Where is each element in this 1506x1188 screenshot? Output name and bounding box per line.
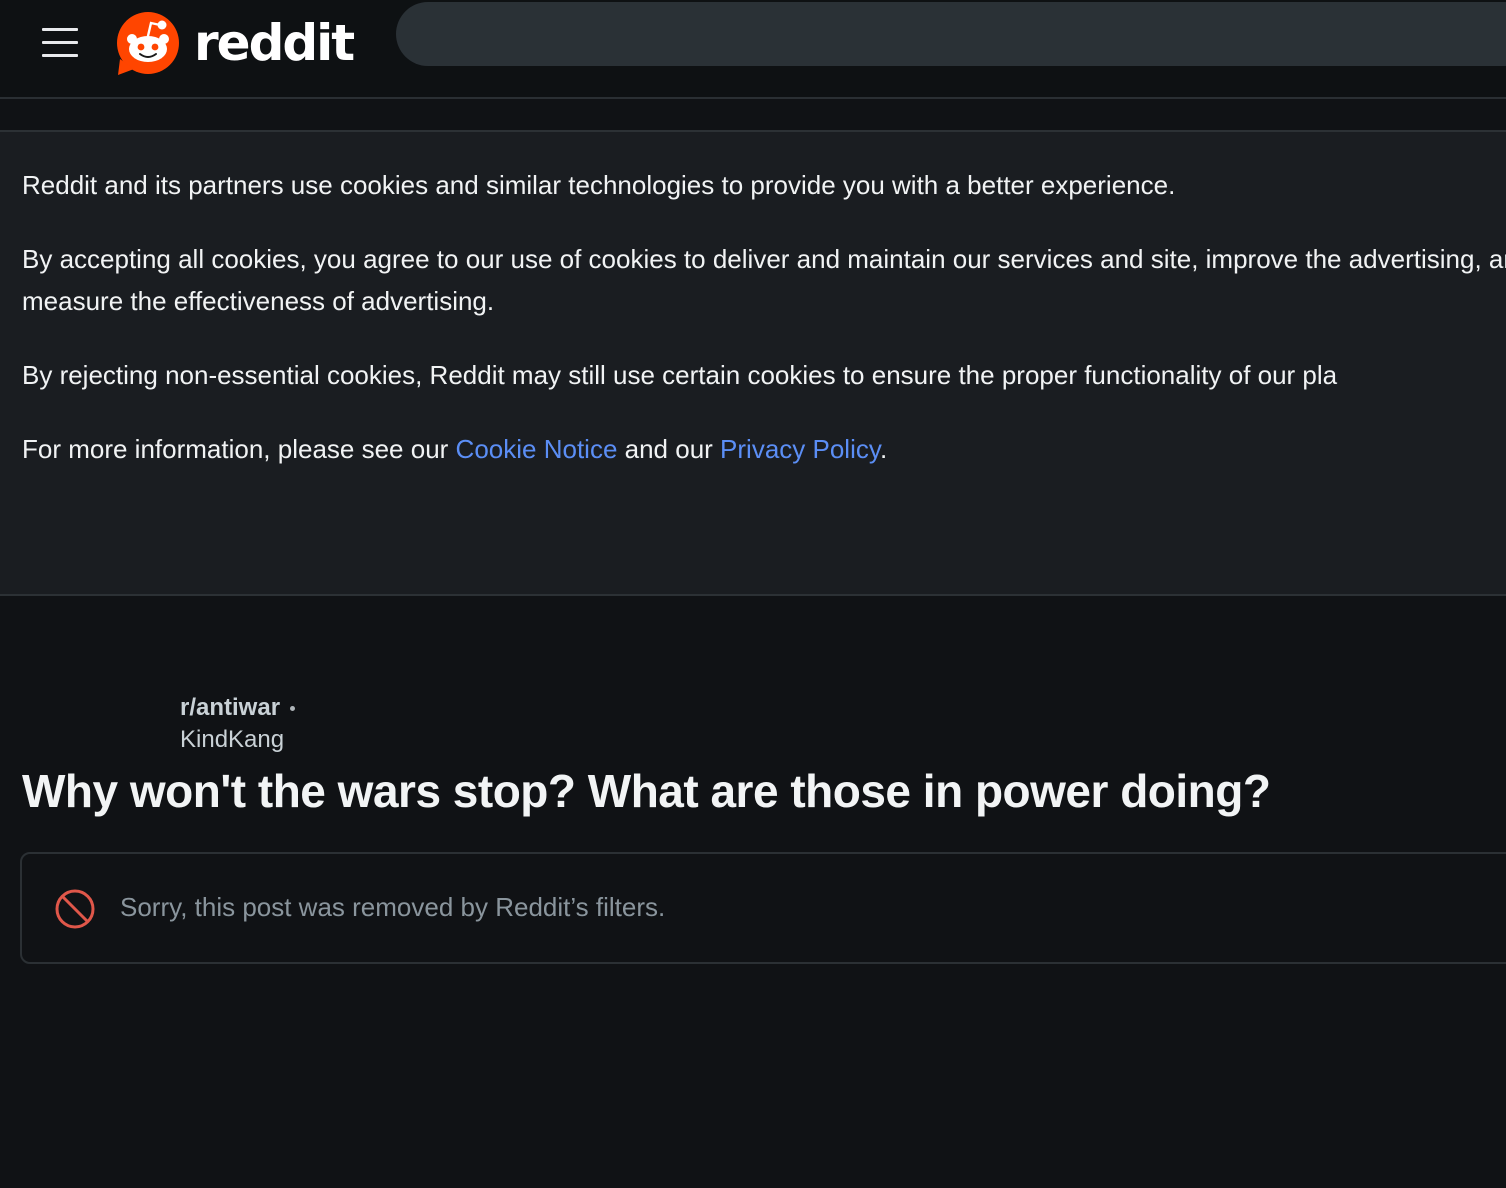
cookie-paragraph-4: For more information, please see our Coo… bbox=[22, 428, 1484, 470]
cookie-info-text: . bbox=[879, 434, 888, 464]
cookie-info-text: and our bbox=[617, 434, 721, 464]
cookie-paragraph-1: Reddit and its partners use cookies and … bbox=[22, 170, 1176, 200]
prohibited-icon bbox=[55, 889, 95, 929]
menu-line bbox=[42, 41, 78, 44]
cookie-paragraph-3: By rejecting non-essential cookies, Redd… bbox=[22, 360, 1338, 390]
search-input[interactable] bbox=[396, 2, 1506, 66]
menu-line bbox=[42, 54, 78, 57]
cookie-banner: Reddit and its partners use cookies and … bbox=[0, 130, 1506, 596]
cookie-notice-link[interactable]: Cookie Notice bbox=[456, 434, 618, 464]
menu-line bbox=[42, 28, 78, 31]
subreddit-link[interactable]: r/antiwar bbox=[180, 694, 280, 722]
separator-dot bbox=[290, 705, 296, 711]
hamburger-menu-icon[interactable] bbox=[30, 20, 90, 64]
top-header: reddit bbox=[0, 0, 1506, 99]
cookie-info-text: For more information, please see our bbox=[22, 434, 456, 464]
reddit-wordmark: reddit bbox=[194, 14, 355, 72]
cookie-paragraph-2: By accepting all cookies, you agree to o… bbox=[22, 244, 1506, 316]
removed-notice: Sorry, this post was removed by Reddit’s… bbox=[20, 852, 1506, 964]
author-link[interactable]: KindKang bbox=[180, 726, 295, 754]
removed-message: Sorry, this post was removed by Reddit’s… bbox=[120, 892, 666, 922]
subreddit-row: r/antiwar bbox=[180, 692, 296, 724]
reddit-snoo-icon bbox=[117, 12, 179, 75]
privacy-policy-link[interactable]: Privacy Policy bbox=[720, 434, 880, 464]
post-title: Why won't the wars stop? What are those … bbox=[22, 765, 1271, 817]
post-meta: r/antiwar KindKang bbox=[180, 692, 296, 754]
reddit-logo[interactable]: reddit bbox=[114, 8, 355, 78]
